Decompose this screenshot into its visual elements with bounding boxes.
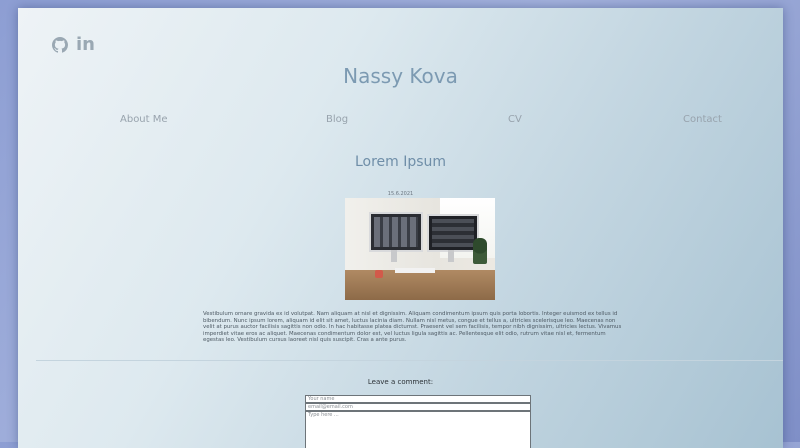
linkedin-icon[interactable]: in: [76, 36, 95, 54]
page-frame: in Nassy Kova About Me Blog CV Contact L…: [18, 8, 783, 448]
comment-form: [305, 395, 531, 448]
site-title: Nassy Kova: [343, 64, 458, 88]
post-body: Vestibulum ornare gravida ex id volutpat…: [203, 311, 622, 344]
name-field[interactable]: [305, 395, 531, 403]
nav-cv[interactable]: CV: [508, 114, 522, 125]
nav-blog[interactable]: Blog: [326, 114, 348, 125]
post-title: Lorem Ipsum: [354, 154, 447, 170]
nav-about-me[interactable]: About Me: [120, 114, 168, 125]
social-links: in: [52, 36, 95, 54]
comment-heading: Leave a comment:: [367, 378, 434, 386]
nav-contact[interactable]: Contact: [683, 114, 722, 125]
comment-textarea[interactable]: [305, 411, 531, 448]
post-date: 15.6.2021: [387, 191, 414, 197]
divider: [36, 360, 783, 361]
github-icon[interactable]: [52, 37, 68, 53]
email-field[interactable]: [305, 403, 531, 411]
main-nav: About Me Blog CV Contact: [18, 114, 783, 134]
post-image: [345, 198, 495, 300]
